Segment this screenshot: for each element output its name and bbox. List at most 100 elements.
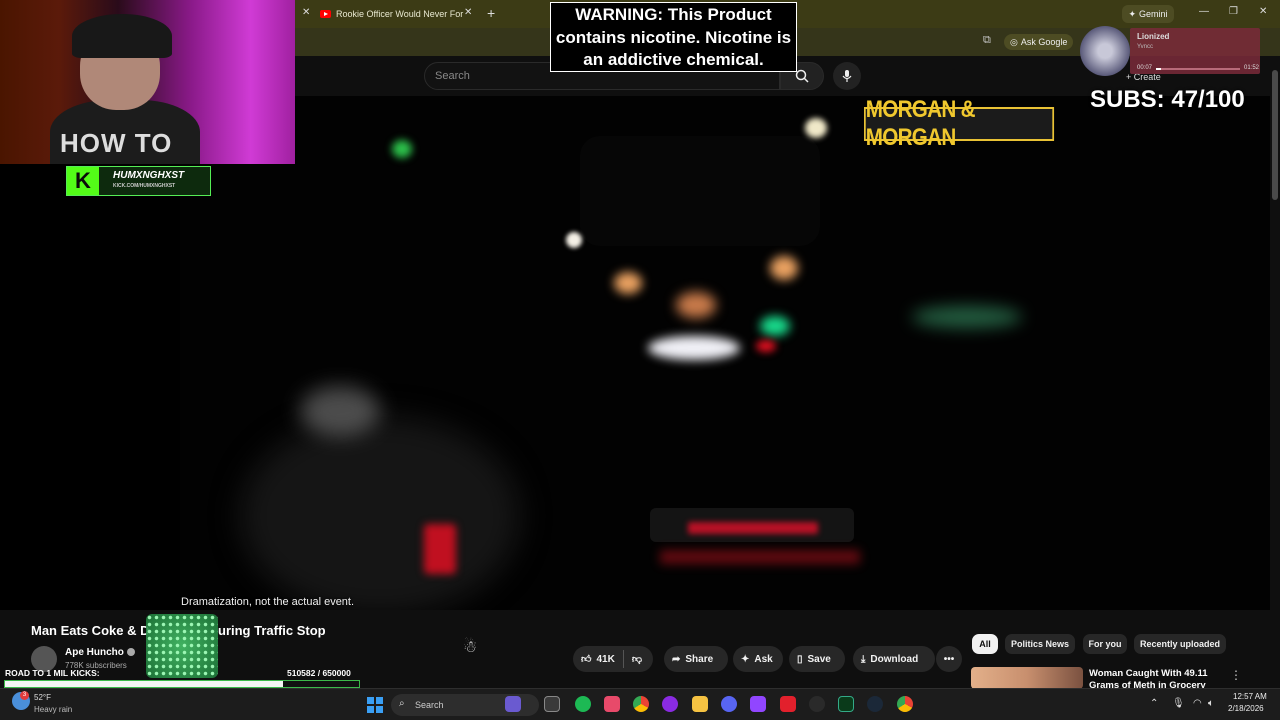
search-highlight-icon[interactable] <box>505 696 521 712</box>
obs-icon[interactable] <box>809 696 825 712</box>
download-icon: ⤓ <box>861 653 866 665</box>
search-icon: ⌕ <box>399 698 405 709</box>
maximize-icon[interactable]: ❐ <box>1229 6 1238 17</box>
app-icon[interactable] <box>780 696 796 712</box>
voice-search-button[interactable] <box>833 62 861 90</box>
save-button[interactable]: ▯ Save <box>789 646 845 672</box>
recommended-title[interactable]: Woman Caught With 49.11 Grams of Meth in… <box>1089 668 1229 690</box>
music-widget: Lionized Yvncc 00:07 01:52 <box>1080 26 1270 80</box>
terminal-icon[interactable] <box>838 696 854 712</box>
weather-temperature[interactable]: 52°F <box>34 693 51 702</box>
microphone-icon <box>842 70 852 82</box>
google-lens-icon: ◎ <box>1010 36 1018 47</box>
streamer-hat <box>72 14 172 58</box>
subs-goal: SUBS: 47/100 <box>1090 86 1245 113</box>
file-explorer-icon[interactable] <box>692 696 708 712</box>
webcam-overlay: HOW TO <box>0 0 295 164</box>
twitch-icon[interactable] <box>750 696 766 712</box>
wifi-icon[interactable]: ◠ <box>1193 698 1202 709</box>
dash-display <box>660 550 860 564</box>
gemini-button[interactable]: ✦ Gemini <box>1122 5 1174 23</box>
kick-url: KICK.COM/HUMXNGHXST <box>113 183 176 189</box>
ghost-icon: ☃ <box>463 639 478 656</box>
spotify-icon[interactable] <box>575 696 591 712</box>
kick-logo-icon: K <box>67 167 99 195</box>
song-elapsed: 00:07 <box>1137 65 1153 71</box>
clock-time[interactable]: 12:57 AM <box>1233 692 1267 701</box>
kicks-goal-fill <box>5 681 284 687</box>
kebab-menu-icon[interactable]: ⋮ <box>1230 668 1242 682</box>
thumbs-down-icon: 👎︎ <box>631 654 642 665</box>
minimize-icon[interactable]: — <box>1199 6 1209 17</box>
light-blob <box>392 140 412 158</box>
kicks-goal-count: 510582 / 650000 <box>287 668 351 678</box>
light-blob <box>566 232 582 248</box>
light-blob <box>756 340 776 352</box>
download-button[interactable]: ⤓ Download <box>853 646 935 672</box>
itunes-icon[interactable] <box>604 696 620 712</box>
video-title: Man Eats Coke & D <box>31 623 150 638</box>
chrome-icon[interactable] <box>897 696 913 712</box>
steam-icon[interactable] <box>867 696 883 712</box>
video-title-continued: uring Traffic Stop <box>218 623 326 638</box>
light-blob <box>676 292 716 318</box>
light-blob <box>648 336 740 360</box>
microphone-icon[interactable]: 🎙︎ <box>1172 698 1185 709</box>
bookmark-icon: ▯ <box>797 653 803 665</box>
chrome-icon[interactable] <box>633 696 649 712</box>
chip-all[interactable]: All <box>972 634 998 654</box>
song-duration: 01:52 <box>1244 65 1260 71</box>
chip-recently-uploaded[interactable]: Recently uploaded <box>1134 634 1226 654</box>
app-icon[interactable] <box>662 696 678 712</box>
share-button[interactable]: ➦ Share <box>664 646 728 672</box>
kick-name: HUMXNGHXST <box>113 170 185 181</box>
task-view-icon[interactable] <box>544 696 560 712</box>
scrollbar-thumb[interactable] <box>1272 70 1278 200</box>
tab-title: Rookie Officer Would Never For <box>336 9 464 19</box>
discord-icon[interactable] <box>721 696 737 712</box>
cast-icon[interactable]: ⧉ <box>983 34 991 47</box>
chip-for-you[interactable]: For you <box>1083 634 1127 654</box>
ask-button[interactable]: ✦ Ask <box>733 646 783 672</box>
song-progress-fill <box>1156 68 1162 70</box>
dash-display <box>688 522 818 534</box>
shirt-text: HOW TO <box>60 128 173 158</box>
thumbs-up-icon: 👍︎ <box>581 654 592 665</box>
sparkle-icon: ✦ <box>1128 8 1137 19</box>
browser-tab-active[interactable]: Rookie Officer Would Never For <box>320 4 480 24</box>
more-actions-button[interactable]: ••• <box>936 646 962 672</box>
ask-google-button[interactable]: ◎ Ask Google <box>1004 34 1074 50</box>
channel-link[interactable]: Ape Huncho <box>65 647 135 658</box>
recommended-thumbnail[interactable] <box>971 667 1083 689</box>
clock-date[interactable]: 2/18/2026 <box>1228 704 1264 713</box>
notification-badge: 3 <box>20 691 29 700</box>
channel-name[interactable]: Ape Huncho <box>65 647 124 658</box>
volume-icon[interactable]: 🔈︎ <box>1208 698 1214 709</box>
kick-badge: K HUMXNGHXST KICK.COM/HUMXNGHXST <box>66 166 211 196</box>
dislike-button[interactable]: 👎︎ <box>632 653 642 665</box>
close-window-icon[interactable]: ✕ <box>1259 6 1267 17</box>
clover-gif-pattern <box>146 614 218 678</box>
close-tab-icon[interactable]: ✕ <box>464 7 472 18</box>
divider <box>622 650 624 668</box>
chip-politics-news[interactable]: Politics News <box>1005 634 1075 654</box>
light-blob <box>770 256 798 280</box>
weather-condition[interactable]: Heavy rain <box>34 705 72 714</box>
share-icon: ➦ <box>672 653 681 665</box>
song-artist: Yvncc <box>1137 44 1154 50</box>
screen: ✕ Rookie Officer Would Never For ✕ + ✦ G… <box>0 0 1280 720</box>
more-icon: ••• <box>943 653 955 665</box>
like-dislike-group: 👍︎ 41K 👎︎ <box>573 646 653 672</box>
album-art <box>1080 26 1130 76</box>
video-subtitle: Dramatization, not the actual event. <box>181 596 355 608</box>
like-button[interactable]: 👍︎ 41K <box>581 653 615 666</box>
chevron-up-icon[interactable]: ⌃ <box>1150 698 1158 709</box>
youtube-icon <box>320 10 331 18</box>
new-tab-button[interactable]: + <box>487 5 495 21</box>
close-tab-icon[interactable]: ✕ <box>302 7 310 18</box>
steering-wheel-shadow <box>240 416 520 610</box>
rearview-mirror <box>580 136 820 246</box>
verified-icon <box>126 648 135 657</box>
windows-start-icon[interactable] <box>367 697 383 713</box>
light-blob <box>805 118 827 138</box>
